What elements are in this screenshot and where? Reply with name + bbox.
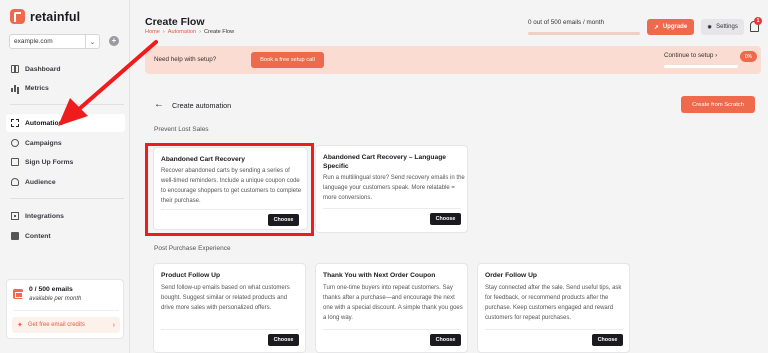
sidebar-item-integrations[interactable]: Integrations — [6, 207, 125, 225]
create-automation-title: Create automation — [172, 101, 232, 110]
upgrade-button[interactable]: ➚ Upgrade — [647, 19, 694, 35]
store-select[interactable]: example.com ⌄ — [9, 34, 100, 49]
sidebar-item-label: Metrics — [25, 84, 49, 92]
choose-button[interactable]: Choose — [430, 213, 461, 225]
sidebar-item-label: Integrations — [25, 212, 64, 220]
breadcrumb-separator: › — [199, 29, 201, 35]
sidebar: retainful example.com ⌄ + Dashboard Metr… — [0, 0, 130, 353]
sidebar-item-campaigns[interactable]: Campaigns — [6, 134, 125, 152]
card-title: Thank You with Next Order Coupon — [323, 272, 436, 279]
card-description: Send follow-up emails based on what cust… — [161, 285, 290, 311]
retainful-logo-icon — [10, 9, 25, 24]
email-icon — [13, 289, 23, 299]
settings-button[interactable]: ✹ Settings — [701, 19, 744, 35]
card-title: Abandoned Cart Recovery – Language Speci… — [323, 154, 447, 170]
email-usage-text: 0 out of 500 emails / month — [528, 19, 604, 26]
credits-count: 0 / 500 emails — [29, 286, 73, 293]
sidebar-item-label: Automation — [25, 119, 63, 127]
form-icon — [11, 158, 19, 166]
sidebar-divider — [10, 198, 124, 199]
sparkle-icon: ✦ — [17, 322, 23, 329]
campaign-icon — [11, 139, 19, 147]
integrations-icon — [11, 212, 19, 220]
breadcrumb: Home › Automation › Create Flow — [145, 29, 234, 35]
continue-to-setup-label: Continue to setup — [664, 52, 714, 59]
card-divider — [161, 329, 299, 330]
dashboard-icon — [11, 65, 19, 73]
card-divider — [323, 329, 461, 330]
credits-period: available per month — [29, 296, 82, 302]
annotation-highlight-box — [145, 143, 314, 236]
card-divider — [485, 329, 623, 330]
rocket-icon: ➚ — [653, 24, 659, 31]
credits-divider — [13, 310, 119, 311]
continue-to-setup-link[interactable]: Continue to setup › — [664, 52, 717, 59]
choose-button[interactable]: Choose — [430, 334, 461, 346]
breadcrumb-automation[interactable]: Automation — [168, 29, 196, 35]
automation-icon — [11, 119, 19, 127]
gear-icon: ✹ — [707, 24, 713, 31]
email-usage-bar — [528, 32, 640, 35]
sidebar-item-content[interactable]: Content — [6, 227, 125, 245]
sidebar-item-label: Sign Up Forms — [25, 158, 74, 166]
setup-progress-bar — [664, 65, 738, 68]
group-label-post-purchase: Post Purchase Experience — [154, 245, 231, 252]
folder-icon — [11, 232, 19, 240]
upgrade-label: Upgrade — [662, 24, 688, 30]
store-select-value: example.com — [14, 38, 53, 45]
back-arrow-icon[interactable]: ← — [154, 99, 164, 110]
create-from-scratch-button[interactable]: Create from Scratch — [681, 96, 755, 113]
card-title: Product Follow Up — [161, 272, 221, 279]
sidebar-item-label: Content — [25, 232, 51, 240]
page-title: Create Flow — [145, 16, 205, 28]
card-title: Order Follow Up — [485, 272, 538, 279]
template-card-product-follow-up[interactable]: Product Follow Up Send follow-up emails … — [153, 263, 306, 353]
breadcrumb-current: Create Flow — [203, 29, 235, 35]
sidebar-item-metrics[interactable]: Metrics — [6, 79, 125, 97]
sidebar-item-audience[interactable]: Audience — [6, 173, 125, 191]
add-store-icon[interactable]: + — [109, 36, 119, 46]
breadcrumb-home[interactable]: Home — [145, 29, 160, 35]
audience-icon — [11, 178, 19, 186]
logo[interactable]: retainful — [10, 9, 80, 24]
card-description: Turn one-time buyers into repeat custome… — [323, 285, 463, 321]
setup-progress-badge: 0% — [740, 51, 757, 62]
chevron-down-icon: ⌄ — [85, 35, 99, 48]
notification-badge: 1 — [754, 17, 762, 25]
card-description: Stay connected after the sale. Send usef… — [485, 285, 622, 321]
sidebar-item-sign-up-forms[interactable]: Sign Up Forms — [6, 153, 125, 171]
sidebar-item-label: Audience — [25, 178, 56, 186]
email-credits-card: 0 / 500 emails available per month ✦ Get… — [6, 279, 124, 339]
card-description: Run a multilingual store? Send recovery … — [323, 175, 465, 201]
card-divider — [323, 208, 461, 209]
sidebar-item-label: Dashboard — [25, 65, 61, 73]
setup-banner: Need help with setup? Book a free setup … — [145, 46, 761, 74]
get-free-credits-link[interactable]: ✦ Get free email credits › — [12, 317, 120, 333]
settings-label: Settings — [716, 24, 738, 30]
sidebar-item-automation[interactable]: Automation — [6, 114, 125, 132]
choose-button[interactable]: Choose — [268, 334, 299, 346]
chevron-right-icon: › — [112, 321, 115, 329]
logo-text: retainful — [30, 9, 81, 24]
breadcrumb-separator: › — [162, 29, 165, 35]
get-free-credits-label: Get free email credits — [27, 322, 85, 328]
bar-chart-icon — [11, 84, 19, 92]
sidebar-item-dashboard[interactable]: Dashboard — [6, 60, 125, 78]
book-setup-call-button[interactable]: Book a free setup call — [251, 52, 324, 68]
choose-button[interactable]: Choose — [592, 334, 623, 346]
template-card-abandoned-cart-language[interactable]: Abandoned Cart Recovery – Language Speci… — [315, 145, 468, 233]
setup-help-text: Need help with setup? — [154, 56, 217, 63]
template-card-thank-you-coupon[interactable]: Thank You with Next Order Coupon Turn on… — [315, 263, 468, 353]
sidebar-divider — [10, 104, 124, 105]
group-label-prevent-lost-sales: Prevent Lost Sales — [154, 126, 209, 133]
sidebar-item-label: Campaigns — [25, 139, 62, 147]
template-card-order-follow-up[interactable]: Order Follow Up Stay connected after the… — [477, 263, 630, 353]
